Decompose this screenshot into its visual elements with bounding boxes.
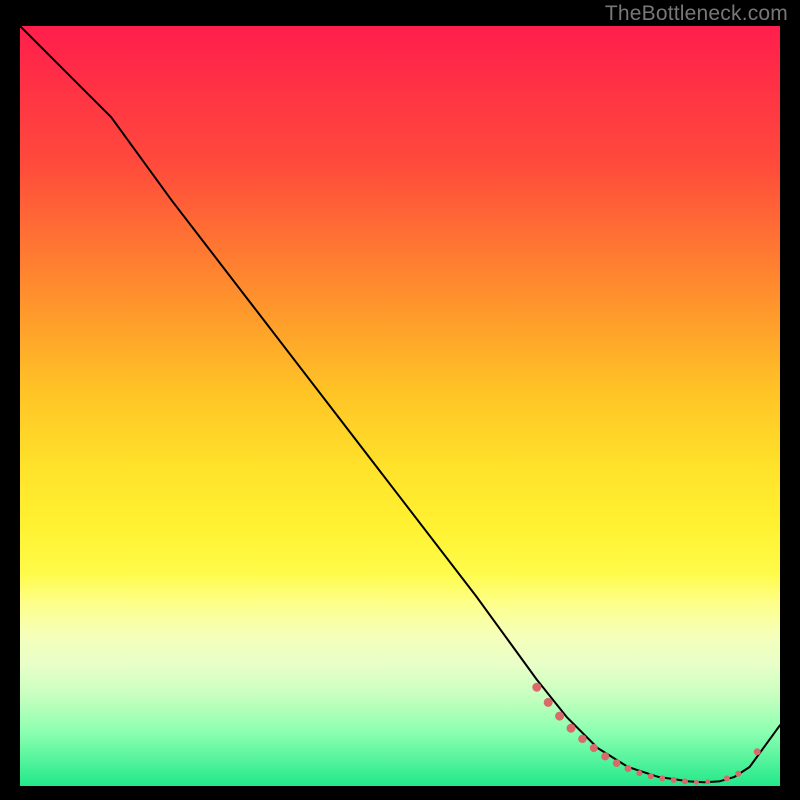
data-marker: [694, 780, 699, 785]
chart-container: TheBottleneck.com: [0, 0, 800, 800]
data-marker: [724, 775, 730, 781]
data-marker: [578, 735, 586, 743]
curve-markers: [532, 683, 760, 785]
data-marker: [671, 777, 677, 783]
data-marker: [754, 748, 761, 755]
plot-svg: [20, 26, 780, 786]
data-marker: [682, 778, 688, 784]
data-marker: [625, 765, 632, 772]
data-marker: [590, 744, 598, 752]
data-marker: [555, 712, 564, 721]
data-marker: [659, 775, 665, 781]
data-marker: [735, 771, 741, 777]
data-marker: [613, 759, 621, 767]
curve-line: [20, 26, 780, 782]
data-marker: [648, 773, 654, 779]
data-marker: [636, 770, 642, 776]
plot-area: [20, 26, 780, 786]
data-marker: [567, 724, 576, 733]
watermark-text: TheBottleneck.com: [605, 2, 788, 26]
data-marker: [705, 779, 710, 784]
data-marker: [601, 752, 609, 760]
data-marker: [532, 683, 541, 692]
data-marker: [544, 698, 553, 707]
